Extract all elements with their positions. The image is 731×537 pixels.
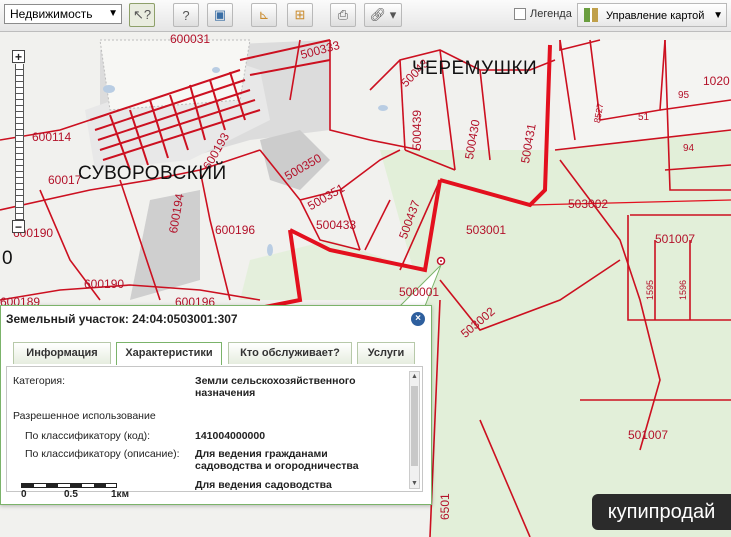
characteristics-panel: Категория: Земли сельскохозяйственного н… <box>6 366 423 492</box>
pointer-select-button[interactable]: ↖? <box>129 3 155 27</box>
scale-label-0: 0 <box>21 489 27 500</box>
identify-button[interactable]: ? <box>173 3 199 27</box>
classifier-desc-value: Для ведения гражданами садоводства и ого… <box>195 448 359 472</box>
zoom-out-button[interactable]: − <box>12 220 25 233</box>
water-body <box>103 85 115 93</box>
parcel-label: 503002 <box>568 197 609 211</box>
scale-bar-graphic <box>21 483 117 488</box>
classifier-desc-label: По классификатору (описание): <box>25 448 180 460</box>
area-icon: ⊞ <box>294 7 306 22</box>
scale-label-half: 0.5 <box>64 489 78 500</box>
classifier-code-value: 141004000000 <box>195 430 266 442</box>
popup-scrollbar[interactable]: ▲ ▼ <box>409 371 420 489</box>
water-body <box>212 67 220 73</box>
extra-use-value: Для ведения садоводства <box>195 479 332 491</box>
watermark: купипродай <box>592 494 731 530</box>
popup-title: Земельный участок: 24:04:0503001:307 <box>6 312 238 326</box>
parcel-label: 1596 <box>678 279 688 300</box>
map-control-dropdown[interactable]: Управление картой ▼ <box>577 3 727 27</box>
tab-info[interactable]: Информация <box>13 342 111 364</box>
category-value: Земли сельскохозяйственного назначения <box>195 375 356 399</box>
scrollbar-thumb[interactable] <box>411 386 418 466</box>
water-body <box>267 244 273 256</box>
link-icon: 🔗︎ ▾ <box>369 7 397 22</box>
tab-who-serves[interactable]: Кто обслуживает? <box>228 342 352 364</box>
layer-select-value: Недвижимость <box>10 7 93 21</box>
parcel-label: 60017 <box>48 173 82 187</box>
legend-label: Легенда <box>530 8 572 20</box>
category-label: Категория: <box>13 375 66 387</box>
parcel-label: 600031 <box>170 32 211 46</box>
printer-icon: ⎙ <box>337 7 349 22</box>
parcel-label: 6501 <box>438 493 452 520</box>
map-info-button[interactable]: ▣ <box>207 3 233 27</box>
permitted-use-label: Разрешенное использование <box>13 410 156 422</box>
measure-length-button[interactable]: ⊾ <box>251 3 277 27</box>
parcel-label: 500001 <box>399 285 440 299</box>
chevron-down-icon: ▼ <box>108 8 118 19</box>
cursor-select-icon: ↖? <box>132 7 152 22</box>
legend-toggle[interactable]: Легенда <box>514 8 572 20</box>
ruler-icon: ⊾ <box>258 7 270 22</box>
scroll-down-icon[interactable]: ▼ <box>410 480 419 487</box>
parcel-label: 500433 <box>316 218 357 232</box>
close-icon[interactable]: × <box>411 312 425 326</box>
tab-services[interactable]: Услуги <box>357 342 415 364</box>
map-toolbar: Недвижимость ▼ ↖? ? ▣ ⊾ ⊞ ⎙ 🔗︎ ▾ Легенда… <box>0 0 731 32</box>
parcel-label: 501007 <box>655 232 696 246</box>
built-area <box>130 190 200 300</box>
map-question-icon: ▣ <box>213 7 227 22</box>
parcel-label: 500439 <box>410 109 424 150</box>
parcel-label: 1020 <box>703 74 730 88</box>
link-button[interactable]: 🔗︎ ▾ <box>364 3 402 27</box>
parcel-label: 0 <box>2 248 13 269</box>
parcel-label: 600190 <box>84 277 125 291</box>
layer-select[interactable]: Недвижимость ▼ <box>4 4 122 24</box>
legend-checkbox[interactable] <box>514 8 526 20</box>
parcel-label: 600114 <box>32 130 72 144</box>
layers-grid-icon <box>584 8 598 22</box>
parcel-label: 51 <box>638 112 650 123</box>
parcel-label: 95 <box>678 90 690 101</box>
zoom-in-button[interactable]: + <box>12 50 25 63</box>
measure-area-button[interactable]: ⊞ <box>287 3 313 27</box>
classifier-code-label: По классификатору (код): <box>25 430 151 442</box>
map-control-label: Управление картой <box>606 10 705 22</box>
water-body <box>378 105 388 111</box>
chevron-down-icon: ▼ <box>713 10 723 21</box>
parcel-label: 501007 <box>628 428 669 442</box>
parcel-label: 503001 <box>466 223 507 237</box>
zoom-control: + − <box>12 50 26 233</box>
place-label-cheremushki: ЧЕРЕМУШКИ <box>412 58 538 79</box>
place-label-suvorovsky: СУВОРОВСКИЙ <box>78 163 227 184</box>
parcel-label: 600196 <box>215 223 256 237</box>
scroll-up-icon[interactable]: ▲ <box>410 373 419 380</box>
zoom-slider[interactable] <box>15 64 24 224</box>
parcel-label: 94 <box>683 143 695 154</box>
parcel-label: 1595 <box>645 279 655 300</box>
scale-label-1km: 1км <box>111 489 129 500</box>
print-button[interactable]: ⎙ <box>330 3 356 27</box>
parcel-info-popup: Земельный участок: 24:04:0503001:307 × И… <box>0 305 432 505</box>
tab-characteristics[interactable]: Характеристики <box>116 342 222 365</box>
question-icon: ? <box>182 7 190 23</box>
